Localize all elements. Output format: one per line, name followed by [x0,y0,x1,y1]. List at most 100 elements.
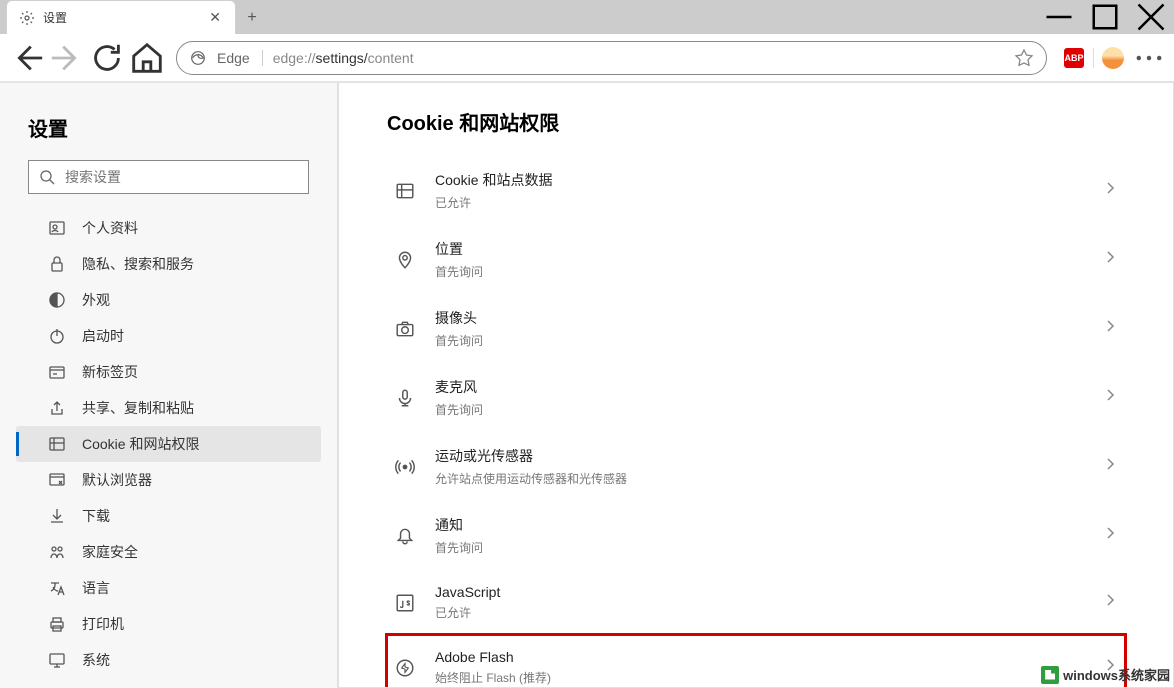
permission-item-mic[interactable]: 麦克风 首先询问 [387,363,1125,432]
bell-icon [395,526,415,546]
tab-title: 设置 [43,9,199,26]
sidebar-item-appearance[interactable]: 外观 [16,282,321,318]
back-button[interactable] [8,39,46,77]
close-window-button[interactable] [1128,2,1174,32]
download-icon [48,507,66,525]
watermark-logo-icon [1041,666,1059,684]
permission-item-motion[interactable]: 运动或光传感器 允许站点使用运动传感器和光传感器 [387,432,1125,501]
permission-name: 摄像头 [435,308,1083,328]
printer-icon [48,615,66,633]
permission-name: JavaScript [435,584,1083,600]
sidebar-item-reset[interactable]: 重置设置 [16,678,321,688]
sidebar-title: 设置 [0,107,337,160]
permission-name: Cookie 和站点数据 [435,170,1083,190]
page-title: Cookie 和网站权限 [387,107,1125,136]
sidebar-item-label: 系统 [82,650,110,670]
permission-item-bell[interactable]: 通知 首先询问 [387,501,1125,570]
sidebar-item-label: 隐私、搜索和服务 [82,254,194,274]
address-url: edge://settings/content [273,50,1004,66]
permission-status: 已允许 [435,194,1083,211]
chevron-right-icon [1103,250,1117,269]
watermark: windows系统家园 [1041,665,1170,684]
more-menu-button[interactable] [1132,41,1166,75]
minimize-button[interactable] [1036,2,1082,32]
family-icon [48,543,66,561]
chevron-right-icon [1103,319,1117,338]
toolbar: Edge edge://settings/content ABP [0,34,1174,82]
share-icon [48,399,66,417]
permission-name: Adobe Flash [435,649,1083,665]
permission-status: 首先询问 [435,401,1083,418]
sidebar-item-label: Cookie 和网站权限 [82,434,199,454]
search-input[interactable] [65,169,298,185]
permission-status: 首先询问 [435,539,1083,556]
sidebar-item-share[interactable]: 共享、复制和粘贴 [16,390,321,426]
address-bar[interactable]: Edge edge://settings/content [176,41,1047,75]
permission-item-camera[interactable]: 摄像头 首先询问 [387,294,1125,363]
tab-close-button[interactable]: ✕ [207,7,223,28]
sidebar-item-download[interactable]: 下载 [16,498,321,534]
sidebar-item-label: 下载 [82,506,110,526]
chevron-right-icon [1103,457,1117,476]
sidebar-item-family[interactable]: 家庭安全 [16,534,321,570]
sidebar-item-profile[interactable]: 个人资料 [16,210,321,246]
permission-item-location[interactable]: 位置 首先询问 [387,225,1125,294]
search-settings-box[interactable] [28,160,309,194]
flash-icon [395,658,415,678]
divider [1093,48,1094,68]
sidebar-item-browser[interactable]: 默认浏览器 [16,462,321,498]
sidebar-item-newtab[interactable]: 新标签页 [16,354,321,390]
forward-button[interactable] [48,39,86,77]
permission-status: 首先询问 [435,263,1083,280]
profile-avatar-icon[interactable] [1096,41,1130,75]
permission-name: 麦克风 [435,377,1083,397]
lock-icon [48,255,66,273]
permission-name: 运动或光传感器 [435,446,1083,466]
location-icon [395,250,415,270]
sidebar-item-label: 共享、复制和粘贴 [82,398,194,418]
sidebar-item-label: 外观 [82,290,110,310]
sidebar-item-label: 启动时 [82,326,124,346]
language-icon [48,579,66,597]
permission-item-js[interactable]: JavaScript 已允许 [387,570,1125,635]
new-tab-button[interactable]: + [236,2,268,34]
favorite-icon[interactable] [1014,48,1034,68]
abp-extension-icon[interactable]: ABP [1057,41,1091,75]
system-icon [48,651,66,669]
permission-status: 始终阻止 Flash (推荐) [435,669,1083,686]
permission-item-flash[interactable]: Adobe Flash 始终阻止 Flash (推荐) [387,635,1125,688]
chevron-right-icon [1103,181,1117,200]
sidebar-item-language[interactable]: 语言 [16,570,321,606]
motion-icon [395,457,415,477]
browser-icon [48,471,66,489]
permission-status: 首先询问 [435,332,1083,349]
browser-tab[interactable]: 设置 ✕ [6,0,236,34]
sidebar-item-lock[interactable]: 隐私、搜索和服务 [16,246,321,282]
permission-name: 位置 [435,239,1083,259]
sidebar-item-label: 默认浏览器 [82,470,152,490]
sidebar-item-label: 打印机 [82,614,124,634]
permission-item-cookie[interactable]: Cookie 和站点数据 已允许 [387,156,1125,225]
js-icon [395,593,415,613]
power-icon [48,327,66,345]
appearance-icon [48,291,66,309]
permission-status: 已允许 [435,604,1083,621]
sidebar-item-printer[interactable]: 打印机 [16,606,321,642]
main-panel: Cookie 和网站权限 Cookie 和站点数据 已允许 位置 首先询问 摄像… [338,82,1174,688]
settings-sidebar: 设置 个人资料隐私、搜索和服务外观启动时新标签页共享、复制和粘贴 Cookie 和… [0,83,338,688]
gear-icon [19,10,35,26]
maximize-button[interactable] [1082,2,1128,32]
newtab-icon [48,363,66,381]
sidebar-item-cookie[interactable]: Cookie 和网站权限 [16,426,321,462]
chevron-right-icon [1103,526,1117,545]
sidebar-item-system[interactable]: 系统 [16,642,321,678]
sidebar-item-label: 家庭安全 [82,542,138,562]
cookie-icon [48,435,66,453]
refresh-button[interactable] [88,39,126,77]
cookie-icon [395,181,415,201]
permission-status: 允许站点使用运动传感器和光传感器 [435,470,1083,487]
sidebar-item-label: 新标签页 [82,362,138,382]
home-button[interactable] [128,39,166,77]
sidebar-item-power[interactable]: 启动时 [16,318,321,354]
address-label: Edge [217,50,263,66]
